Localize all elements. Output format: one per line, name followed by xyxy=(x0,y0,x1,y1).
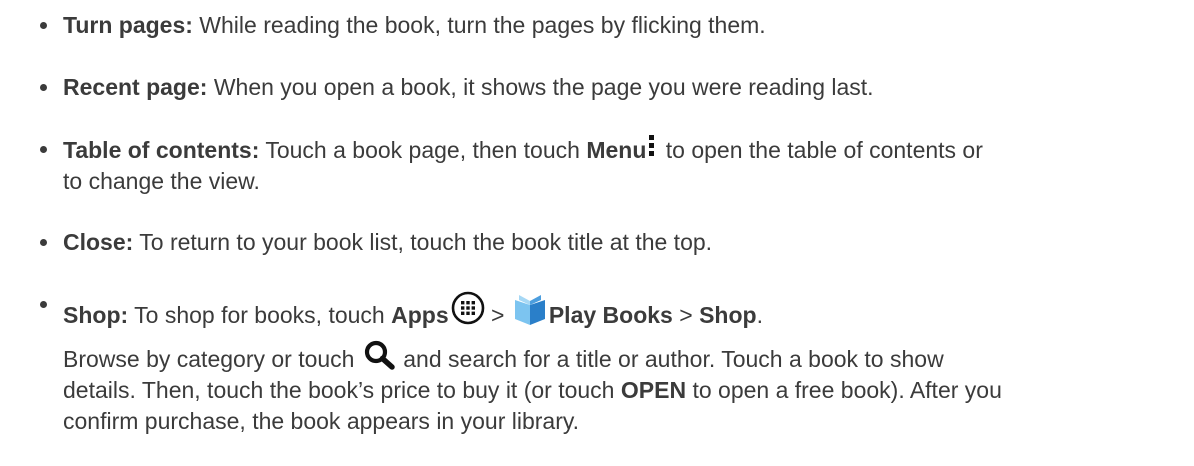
list-item-turn-pages: Turn pages: While reading the book, turn… xyxy=(40,10,1185,41)
item-text: To shop for books, touch xyxy=(128,302,392,328)
shop-details: Browse by category or touch and search f… xyxy=(63,337,1185,437)
list-item-recent-page: Recent page: When you open a book, it sh… xyxy=(40,72,1185,103)
list-item-shop: Shop: To shop for books, touch Apps > Pl… xyxy=(40,284,1185,437)
item-title: Recent page: xyxy=(63,74,208,100)
menu-label: Menu xyxy=(586,137,647,163)
apps-label: Apps xyxy=(391,302,449,328)
item-text: confirm purchase, the book appears in yo… xyxy=(63,408,580,434)
bullet xyxy=(40,239,47,246)
item-text: When you open a book, it shows the page … xyxy=(207,74,874,100)
item-text: Touch a book page, then touch xyxy=(259,137,587,163)
search-icon xyxy=(364,340,395,370)
item-text: to change the view. xyxy=(63,168,260,194)
item-text: to open a free book). After you xyxy=(686,377,1002,403)
list-item-close: Close: To return to your book list, touc… xyxy=(40,227,1185,258)
apps-icon xyxy=(451,291,484,325)
item-text: Browse by category or touch xyxy=(63,346,361,372)
shop-label: Shop xyxy=(699,302,757,328)
bullet xyxy=(40,301,47,308)
bullet xyxy=(40,84,47,91)
menu-icon xyxy=(649,135,655,159)
bullet xyxy=(40,22,47,29)
open-label: OPEN xyxy=(620,377,687,403)
item-text: To return to your book list, touch the b… xyxy=(133,229,713,255)
item-text: to open the table of contents or xyxy=(659,137,983,163)
item-title: Table of contents: xyxy=(63,137,260,163)
separator: > xyxy=(484,302,511,328)
list-item-table-of-contents: Table of contents: Touch a book page, th… xyxy=(40,134,1185,197)
item-title: Close: xyxy=(63,229,134,255)
bullet xyxy=(40,146,47,153)
item-text: and search for a title or author. Touch … xyxy=(396,346,944,372)
item-title: Shop: xyxy=(63,302,129,328)
play-books-label: Play Books xyxy=(548,302,673,328)
item-text: While reading the book, turn the pages b… xyxy=(192,12,766,38)
item-text: details. Then, touch the book’s price to… xyxy=(63,377,621,403)
item-text: . xyxy=(756,302,763,328)
item-title: Turn pages: xyxy=(63,12,193,38)
separator: > xyxy=(672,302,700,328)
play-books-icon xyxy=(514,295,545,325)
